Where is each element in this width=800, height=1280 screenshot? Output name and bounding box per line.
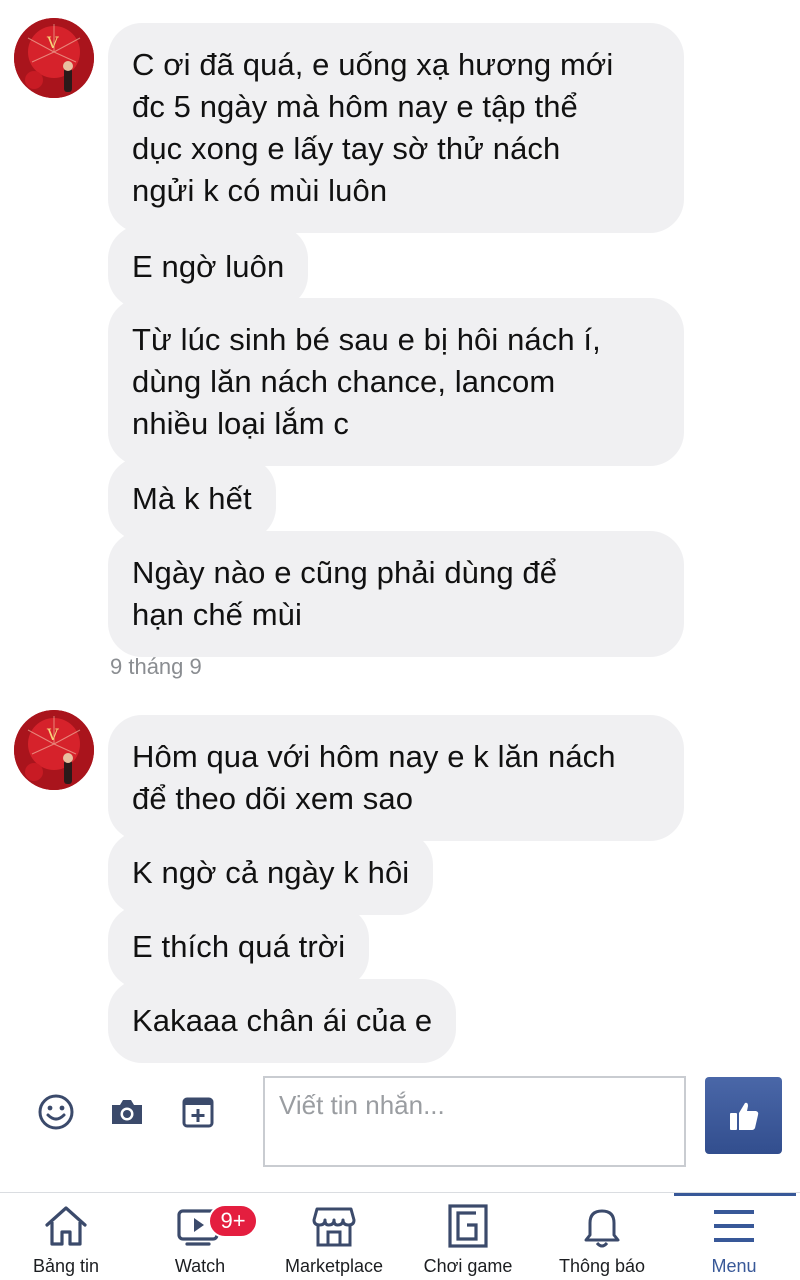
tab-label: Thông báo [558,1256,646,1276]
thumbs-up-icon [729,1102,758,1130]
camera-icon[interactable] [107,1092,147,1132]
shop-icon [312,1207,356,1247]
tab-marketplace[interactable]: Marketplace [268,1193,400,1280]
tab-news-feed[interactable]: Bảng tin [0,1193,132,1280]
tab-gaming[interactable]: Chơi game [402,1193,534,1280]
like-button[interactable] [705,1077,782,1154]
message-bubble[interactable]: Mà k hết [108,457,276,541]
message-input[interactable] [263,1076,686,1167]
hamburger-icon [714,1210,754,1242]
sender-avatar[interactable]: V [14,710,94,790]
message-bubble[interactable]: Hôm qua với hôm nay e k lăn nách để theo… [108,715,684,841]
add-photo-icon[interactable] [178,1092,218,1132]
tab-label: Bảng tin [32,1256,100,1276]
tab-notifications[interactable]: Thông báo [536,1193,668,1280]
message-bubble[interactable]: E thích quá trời [108,905,370,989]
bell-icon [584,1205,620,1248]
home-icon [45,1206,87,1246]
smiley-icon[interactable] [36,1092,76,1132]
message-bubble[interactable]: Kakaaa chân ái của e [108,979,457,1063]
game-icon [448,1204,488,1248]
message-bubble[interactable]: Ngày nào e cũng phải dùng để hạn chế mùi [108,531,684,657]
svg-text:V: V [46,725,59,744]
message-bubble[interactable]: K ngờ cả ngày k hôi [108,831,434,915]
svg-text:V: V [46,33,59,52]
sender-avatar[interactable]: V [14,18,94,98]
tab-label: Watch [174,1256,226,1276]
date-separator: 9 tháng 9 [110,654,202,679]
tab-menu[interactable]: Menu [668,1193,800,1280]
tab-label: Marketplace [284,1256,384,1276]
watch-badge: 9+ [208,1204,258,1238]
bottom-tab-bar: Bảng tin Watch Marketplace Chơi game Thô… [0,1192,800,1280]
message-bubble[interactable]: E ngờ luôn [108,225,309,309]
message-bubble[interactable]: Từ lúc sinh bé sau e bị hôi nách í, dùng… [108,298,684,466]
tab-label: Chơi game [423,1256,513,1276]
message-composer [0,1068,800,1180]
tab-label: Menu [711,1256,757,1276]
message-bubble[interactable]: C ơi đã quá, e uống xạ hương mới đc 5 ng… [108,23,684,233]
